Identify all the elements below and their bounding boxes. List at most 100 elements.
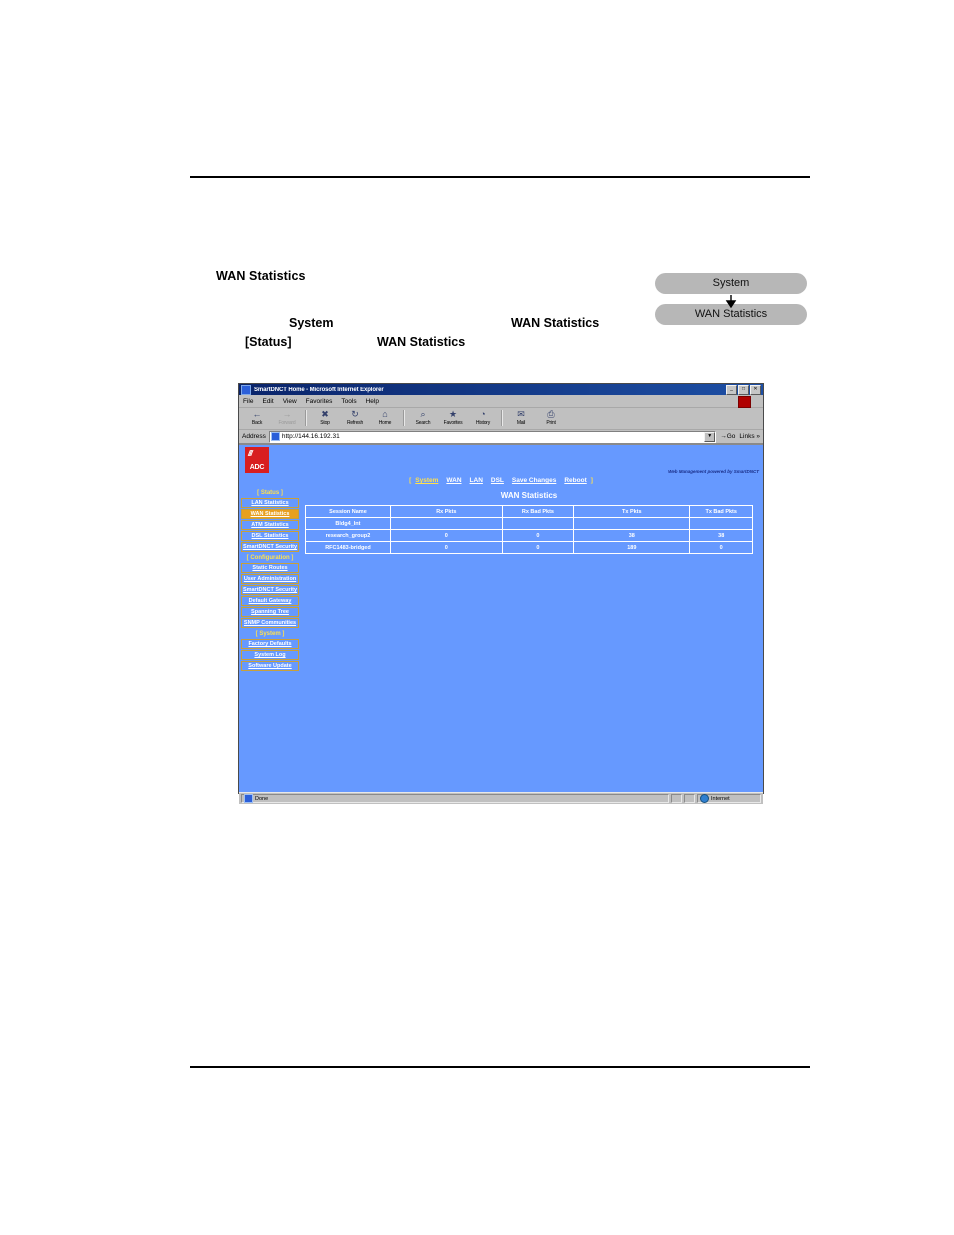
page-banner: /// ADC Web Management powered by SmartD… <box>239 445 763 474</box>
history-button[interactable]: ◔ History <box>468 409 498 427</box>
maximize-button[interactable]: □ <box>738 384 749 395</box>
sidebar-item-default-gateway[interactable]: Default Gateway <box>241 596 299 606</box>
topnav-system[interactable]: System <box>415 477 438 484</box>
address-label: Address <box>242 433 266 440</box>
table-cell <box>501 517 575 530</box>
page-footer-rule <box>190 1066 810 1068</box>
mail-button[interactable]: ✉ Mail <box>506 409 536 427</box>
wan-statistics-table: Session Name Rx Pkts Rx Bad Pkts Tx Pkts Tx … <box>305 505 753 554</box>
body-bold-run-3: WAN Statistics <box>377 335 466 349</box>
address-dropdown-icon[interactable]: ▼ <box>704 431 716 442</box>
topnav-save-changes[interactable]: Save Changes <box>512 477 556 484</box>
back-arrow-button[interactable]: ← Back <box>242 409 272 427</box>
close-button[interactable]: ✕ <box>750 384 761 395</box>
browser-menubar: File Edit View Favorites Tools Help <box>239 395 763 408</box>
sidebar-item-snmp-communities[interactable]: SNMP Communities <box>241 618 299 628</box>
body-bold-run-2: [Status] <box>245 335 292 349</box>
topnav-close-bracket: ] <box>590 477 593 484</box>
ie-app-icon <box>241 384 251 395</box>
body-bold-run-0: System <box>289 316 334 330</box>
search-button[interactable]: ⌕ Search <box>408 409 438 427</box>
go-button[interactable]: →Go <box>720 433 735 440</box>
sidebar-item-atm-statistics[interactable]: ATM Statistics <box>241 520 299 530</box>
sidebar-item-static-routes[interactable]: Static Routes <box>241 563 299 573</box>
table-cell <box>573 517 691 530</box>
back-arrow-icon: ← <box>252 409 262 419</box>
main-panel: WAN Statistics Session Name Rx Pkts Rx Bad… <box>299 488 763 672</box>
sidebar-group-heading: [ Status ] <box>257 490 283 496</box>
internet-zone-icon <box>700 794 709 803</box>
menu-help[interactable]: Help <box>366 398 379 405</box>
sidebar-item-wan-statistics[interactable]: WAN Statistics <box>241 509 299 519</box>
table-column-header: Tx Pkts <box>573 505 691 518</box>
table-cell: 38 <box>689 529 753 542</box>
page-header-rule <box>190 176 810 178</box>
router-web-ui: /// ADC Web Management powered by SmartD… <box>239 444 763 792</box>
powered-by-text: Web Management powered by SmartDNCT <box>668 469 759 474</box>
home-button[interactable]: ⌂ Home <box>370 409 400 427</box>
top-navigation: [System WAN LAN DSL Save Changes Reboot] <box>239 474 763 488</box>
topnav-lan[interactable]: LAN <box>470 477 483 484</box>
sidebar-item-lan-statistics[interactable]: LAN Statistics <box>241 498 299 508</box>
table-cell: 0 <box>389 541 503 554</box>
session-name-cell: Bldg4_Int <box>305 517 391 530</box>
print-button[interactable]: ⎙ Print <box>536 409 566 427</box>
table-header-row: Session Name Rx Pkts Rx Bad Pkts Tx Pkts Tx … <box>305 505 753 518</box>
links-button[interactable]: Links » <box>739 433 760 440</box>
sidebar-menu: [ Status ] LAN Statistics WAN Statistics AT… <box>239 488 299 672</box>
stop-button[interactable]: ✖ Stop <box>310 409 340 427</box>
history-icon: ◔ <box>480 409 486 419</box>
mail-icon: ✉ <box>517 409 525 419</box>
print-icon: ⎙ <box>547 409 555 419</box>
topnav-dsl[interactable]: DSL <box>491 477 504 484</box>
toolbar-separator <box>403 410 405 426</box>
security-zone-label: Internet <box>711 795 730 802</box>
session-name-cell: research_group2 <box>305 529 391 542</box>
table-cell: 0 <box>501 529 575 542</box>
minimize-button[interactable]: _ <box>726 384 737 395</box>
menu-view[interactable]: View <box>283 398 297 405</box>
browser-titlebar: SmartDNCT Home - Microsoft Internet Expl… <box>239 384 763 395</box>
table-row: research_group2 0 0 38 38 <box>305 529 753 542</box>
favorites-icon: ★ <box>448 409 458 419</box>
status-slot-1 <box>671 794 682 803</box>
navpath-step-system: System <box>655 273 807 294</box>
sidebar-item-system-log[interactable]: System Log <box>241 650 299 660</box>
menu-favorites[interactable]: Favorites <box>306 398 333 405</box>
sidebar-item-smartdnct-security[interactable]: SmartDNCT Security <box>241 542 299 552</box>
toolbar-label: History <box>475 420 491 426</box>
sidebar-item-user-administration[interactable]: User Administration <box>241 574 299 584</box>
sidebar-item-dsl-statistics[interactable]: DSL Statistics <box>241 531 299 541</box>
refresh-button[interactable]: ↻ Refresh <box>340 409 370 427</box>
menu-tools[interactable]: Tools <box>341 398 356 405</box>
toolbar-separator <box>305 410 307 426</box>
browser-title: SmartDNCT Home - Microsoft Internet Expl… <box>254 386 384 393</box>
topnav-wan[interactable]: WAN <box>446 477 461 484</box>
sidebar-item-software-update[interactable]: Software Update <box>241 661 299 671</box>
table-body: Bldg4_Int research_group2 0 0 38 38 RFC1483-br… <box>305 517 753 554</box>
topnav-reboot[interactable]: Reboot <box>564 477 586 484</box>
favorites-button[interactable]: ★ Favorites <box>438 409 468 427</box>
table-cell: 0 <box>389 529 503 542</box>
table-cell: 189 <box>573 541 691 554</box>
toolbar-label: Search <box>415 420 431 426</box>
window-buttons: _ □ ✕ <box>726 384 761 395</box>
sidebar-item-factory-defaults[interactable]: Factory Defaults <box>241 639 299 649</box>
toolbar-separator <box>501 410 503 426</box>
security-zone-box: Internet <box>697 794 761 803</box>
sidebar-item-smartdnct-security[interactable]: SmartDNCT Security <box>241 585 299 595</box>
session-name-cell: RFC1483-bridged <box>305 541 391 554</box>
status-message-box: Done <box>241 794 669 803</box>
browser-address-bar: Address http://144.16.192.31 ▼ →Go Links… <box>239 430 763 444</box>
browser-window-screenshot: SmartDNCT Home - Microsoft Internet Expl… <box>238 383 764 804</box>
menu-file[interactable]: File <box>243 398 253 405</box>
table-cell: 0 <box>689 541 753 554</box>
toolbar-label: Favorites <box>443 420 463 426</box>
address-input[interactable]: http://144.16.192.31 ▼ <box>268 430 717 443</box>
main-panel-title: WAN Statistics <box>500 491 558 500</box>
logo-text: ADC <box>249 464 265 471</box>
adc-logo: /// ADC <box>245 447 269 473</box>
sidebar-item-spanning-tree[interactable]: Spanning Tree <box>241 607 299 617</box>
body-bold-run-1: WAN Statistics <box>511 316 600 330</box>
menu-edit[interactable]: Edit <box>262 398 273 405</box>
